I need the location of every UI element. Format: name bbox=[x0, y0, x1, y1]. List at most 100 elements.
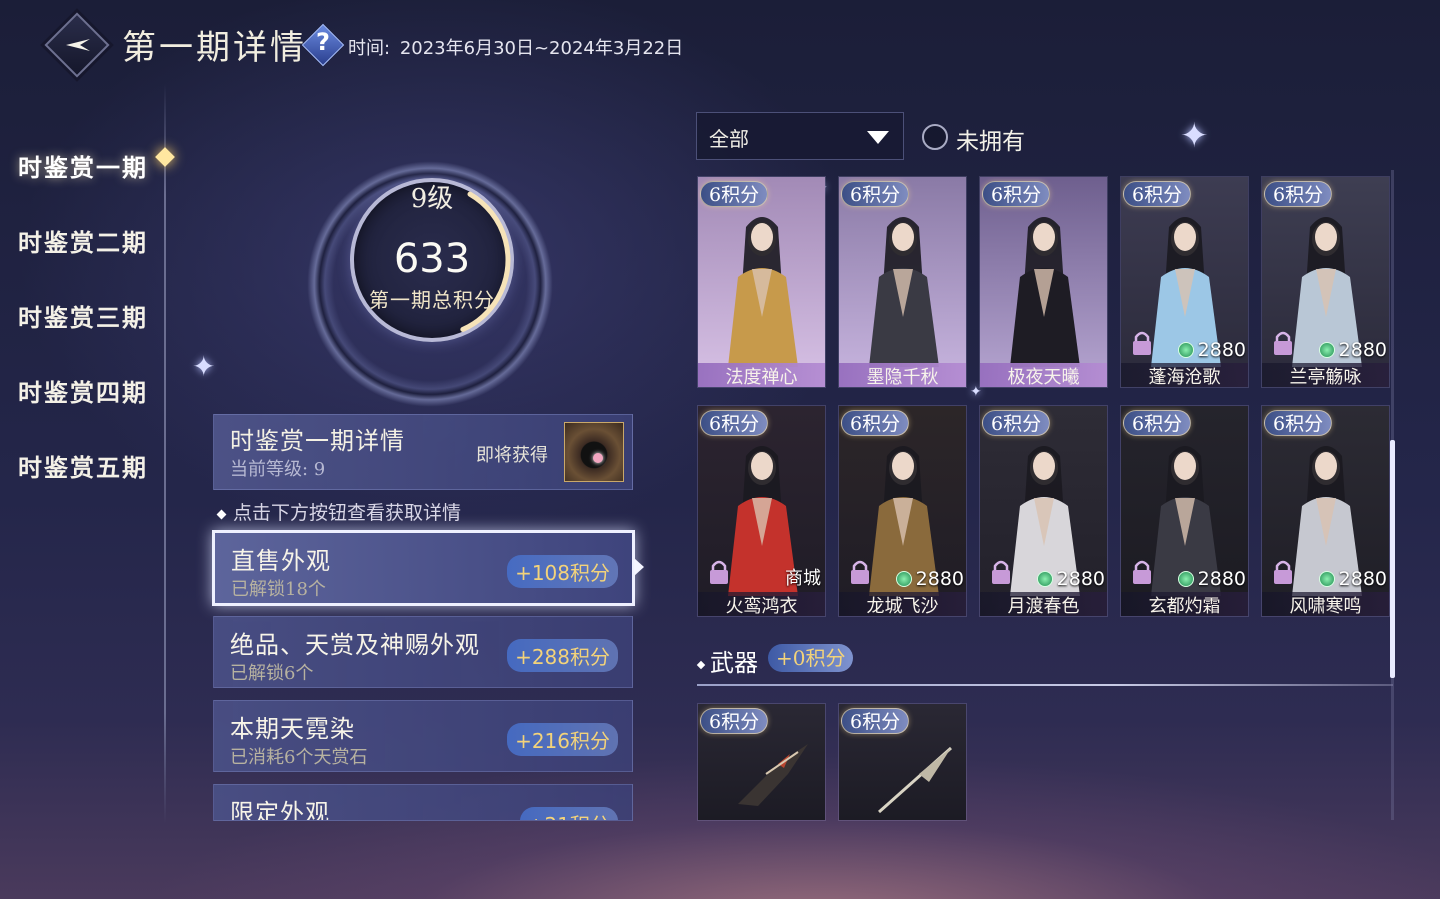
outfit-name: 风啸寒鸣 bbox=[1262, 592, 1389, 616]
jade-coin-icon bbox=[1318, 571, 1335, 587]
lock-icon bbox=[851, 560, 869, 584]
help-icon[interactable]: ? bbox=[316, 28, 330, 56]
lock-icon bbox=[1133, 560, 1151, 584]
time-range: 2023年6月30日~2024年3月22日 bbox=[399, 38, 684, 59]
sparkle-icon: ✦ bbox=[1180, 116, 1209, 156]
outfit-card[interactable]: 6积分 2880 蓬海沧歌 bbox=[1120, 176, 1249, 388]
price-tag: 2880 bbox=[1177, 568, 1246, 590]
points-tag: 6积分 bbox=[841, 181, 910, 207]
price-tag: 2880 bbox=[1318, 339, 1387, 361]
outfit-name: 火鸾鸿衣 bbox=[698, 592, 825, 616]
jade-coin-icon bbox=[1177, 342, 1194, 358]
outfit-name: 蓬海沧歌 bbox=[1121, 363, 1248, 387]
outfit-card[interactable]: 6积分 2880 玄都灼霜 bbox=[1120, 405, 1249, 617]
score-level: 9级 bbox=[410, 184, 454, 214]
score-label: 第一期总积分 bbox=[369, 288, 495, 312]
jade-coin-icon bbox=[895, 571, 912, 587]
sidebar-item-period-5[interactable]: 时鉴赏五期 bbox=[18, 448, 148, 483]
sidebar-item-period-3[interactable]: 时鉴赏三期 bbox=[18, 298, 148, 333]
outfit-card[interactable]: 6积分商城火鸾鸿衣 bbox=[697, 405, 826, 617]
outfit-card[interactable]: 6积分 2880 风啸寒鸣 bbox=[1261, 405, 1390, 617]
outfit-card[interactable]: 6积分 极夜天曦 bbox=[979, 176, 1108, 388]
outfit-name: 月渡春色 bbox=[980, 592, 1107, 616]
time-label: 时间: bbox=[348, 38, 391, 59]
price-tag: 2880 bbox=[1318, 568, 1387, 590]
hint-text: 点击下方按钮查看获取详情 bbox=[216, 498, 462, 525]
unowned-radio[interactable] bbox=[922, 124, 948, 150]
filter-dropdown[interactable]: 全部 bbox=[696, 112, 904, 160]
unowned-label[interactable]: 未拥有 bbox=[956, 122, 1025, 156]
active-marker-icon bbox=[155, 147, 175, 167]
mask-item-icon[interactable] bbox=[564, 422, 624, 482]
price-value: 2880 bbox=[1338, 568, 1387, 590]
price-tag: 2880 bbox=[1036, 568, 1105, 590]
category-dye[interactable]: 本期天霓染 已消耗6个天赏石 +216积分 bbox=[213, 700, 633, 772]
detail-title: 时鉴赏一期详情 bbox=[230, 427, 405, 455]
outfit-name: 法度禅心 bbox=[698, 363, 825, 387]
weapon-card[interactable]: 6积分 bbox=[697, 703, 826, 821]
lock-icon bbox=[710, 560, 728, 584]
price-value: 2880 bbox=[1197, 339, 1246, 361]
price-value: 2880 bbox=[1056, 568, 1105, 590]
lock-icon bbox=[992, 560, 1010, 584]
category-title: 绝品、天赏及神赐外观 bbox=[230, 631, 480, 659]
points-badge: +21积分 bbox=[519, 807, 618, 820]
points-badge: +288积分 bbox=[507, 639, 618, 672]
outfit-card[interactable]: 6积分法度禅心 bbox=[697, 176, 826, 388]
hint-label: 点击下方按钮查看获取详情 bbox=[233, 502, 462, 524]
points-tag: 6积分 bbox=[1264, 410, 1333, 436]
lock-icon bbox=[1274, 331, 1292, 355]
category-sub: 已消耗6个天赏石 bbox=[230, 747, 368, 768]
lock-icon bbox=[1274, 560, 1292, 584]
jade-coin-icon bbox=[1036, 571, 1053, 587]
sidebar-divider bbox=[164, 84, 166, 824]
points-tag: 6积分 bbox=[841, 410, 910, 436]
points-tag: 6积分 bbox=[700, 410, 769, 436]
page-title: 第一期详情 bbox=[122, 28, 307, 68]
weapon-card[interactable]: 6积分 bbox=[838, 703, 967, 821]
outfit-card[interactable]: 6积分墨隐千秋 bbox=[838, 176, 967, 388]
sparkle-icon: ✦ bbox=[192, 350, 216, 383]
points-badge: +216积分 bbox=[507, 723, 618, 756]
category-direct-sale[interactable]: 直售外观 已解锁18个 +108积分 bbox=[212, 530, 635, 606]
points-badge: +108积分 bbox=[507, 555, 618, 588]
spear-weapon-icon bbox=[878, 746, 952, 814]
outfit-name: 墨隐千秋 bbox=[839, 363, 966, 387]
points-tag: 6积分 bbox=[841, 708, 910, 734]
category-premium[interactable]: 绝品、天赏及神赐外观 已解锁6个 +288积分 bbox=[213, 616, 633, 688]
lock-icon bbox=[1133, 331, 1151, 355]
event-time: 时间: 2023年6月30日~2024年3月22日 bbox=[348, 34, 687, 60]
section-points: +0积分 bbox=[768, 644, 854, 672]
scrollbar-thumb[interactable] bbox=[1390, 440, 1395, 678]
period-detail-card: 时鉴赏一期详情 当前等级: 9 即将获得 bbox=[213, 414, 633, 490]
section-title: 武器 bbox=[710, 649, 758, 677]
chevron-down-icon bbox=[867, 131, 889, 144]
back-arrow-icon bbox=[66, 39, 90, 51]
sidebar-item-period-1[interactable]: 时鉴赏一期 bbox=[18, 148, 148, 183]
sidebar-item-period-2[interactable]: 时鉴赏二期 bbox=[18, 223, 148, 258]
selected-arrow-icon bbox=[634, 558, 644, 576]
points-tag: 6积分 bbox=[982, 410, 1051, 436]
outfit-card[interactable]: 6积分 2880 月渡春色 bbox=[979, 405, 1108, 617]
sidebar-item-period-4[interactable]: 时鉴赏四期 bbox=[18, 373, 148, 408]
outfit-card[interactable]: 6积分 2880 龙城飞沙 bbox=[838, 405, 967, 617]
outfit-name: 兰亭觞咏 bbox=[1262, 363, 1389, 387]
category-limited[interactable]: 限定外观 +21积分 bbox=[213, 784, 633, 821]
filter-selected: 全部 bbox=[709, 127, 749, 151]
points-tag: 6积分 bbox=[1123, 410, 1192, 436]
points-tag: 6积分 bbox=[1264, 181, 1333, 207]
section-weapons: 武器 bbox=[696, 643, 758, 678]
soon-label: 即将获得 bbox=[476, 445, 548, 466]
price-value: 2880 bbox=[1338, 339, 1387, 361]
shop-label: 商城 bbox=[785, 568, 821, 589]
category-title: 直售外观 bbox=[231, 547, 331, 575]
outfit-name: 玄都灼霜 bbox=[1121, 592, 1248, 616]
price-value: 2880 bbox=[915, 568, 964, 590]
points-tag: 6积分 bbox=[700, 181, 769, 207]
outfit-card[interactable]: 6积分 2880 兰亭觞咏 bbox=[1261, 176, 1390, 388]
category-title: 本期天霓染 bbox=[230, 715, 355, 743]
points-tag: 6积分 bbox=[700, 708, 769, 734]
category-title: 限定外观 bbox=[230, 799, 330, 821]
score-total: 633 bbox=[393, 236, 471, 282]
outfit-name: 极夜天曦 bbox=[980, 363, 1107, 387]
